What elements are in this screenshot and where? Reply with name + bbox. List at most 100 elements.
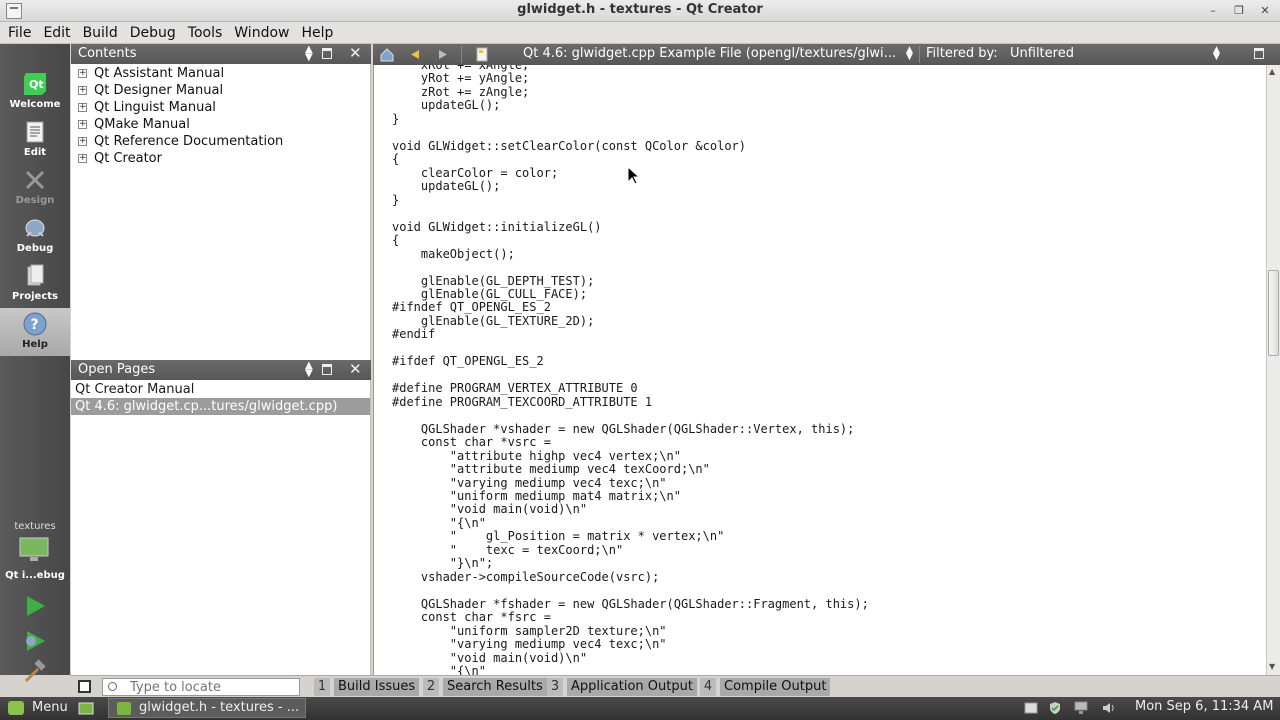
chevron-updown-icon[interactable]: ▲ ▼ bbox=[305, 45, 313, 63]
expand-plus-icon[interactable]: + bbox=[78, 86, 87, 95]
expand-plus-icon[interactable]: + bbox=[78, 154, 87, 163]
menu-tools[interactable]: Tools bbox=[182, 25, 229, 41]
tree-item[interactable]: + Qt Reference Documentation bbox=[71, 133, 370, 150]
mode-edit[interactable]: Edit bbox=[0, 116, 70, 164]
system-taskbar: Menu glwidget.h - textures - ... Mon Sep… bbox=[0, 697, 1280, 720]
split-pane-icon[interactable] bbox=[1254, 48, 1264, 59]
debug-run-icon[interactable] bbox=[22, 628, 48, 654]
scroll-down-icon[interactable]: ▼ bbox=[1269, 662, 1275, 671]
tree-item-label: Qt Reference Documentation bbox=[94, 134, 284, 149]
menu-edit[interactable]: Edit bbox=[37, 25, 76, 41]
window-list-icon[interactable] bbox=[1024, 701, 1038, 715]
output-tab-application-output[interactable]: 3 Application Output bbox=[547, 678, 697, 696]
help-icon: ? bbox=[23, 312, 47, 336]
toggle-sidebar-icon[interactable] bbox=[78, 680, 91, 693]
mode-projects[interactable]: Projects bbox=[0, 260, 70, 308]
chevron-updown-icon[interactable]: ▲ ▼ bbox=[305, 361, 313, 379]
locator-input[interactable] bbox=[130, 679, 295, 695]
scroll-up-icon[interactable]: ▲ bbox=[1269, 67, 1275, 76]
expand-plus-icon[interactable]: + bbox=[78, 69, 87, 78]
expand-plus-icon[interactable]: + bbox=[78, 137, 87, 146]
design-tools-icon bbox=[25, 170, 45, 190]
contents-pane-header: Contents ▲ ▼ ✕ bbox=[71, 44, 371, 64]
split-pane-icon[interactable] bbox=[322, 364, 332, 375]
output-tab-compile-output[interactable]: 4 Compile Output bbox=[700, 678, 831, 696]
tab-number: 2 bbox=[423, 678, 439, 696]
toolbar-separator bbox=[461, 46, 462, 63]
mint-logo-icon bbox=[8, 701, 24, 715]
run-icon[interactable] bbox=[22, 593, 48, 619]
close-icon[interactable]: ✕ bbox=[1254, 2, 1276, 19]
tree-item-label: QMake Manual bbox=[94, 117, 190, 132]
menu-build[interactable]: Build bbox=[77, 25, 124, 41]
contents-title[interactable]: Contents bbox=[78, 46, 136, 61]
output-pane-bar: 1Build Issues 2Search Results 3Applicati… bbox=[70, 675, 1280, 697]
open-page-item[interactable]: Qt Creator Manual bbox=[71, 381, 370, 398]
locator-field[interactable] bbox=[102, 678, 300, 696]
tab-label: Compile Output bbox=[720, 678, 831, 696]
mode-help[interactable]: ? Help bbox=[0, 308, 70, 356]
window-controls: – ❐ ✕ bbox=[1202, 2, 1276, 19]
bookmark-page-icon[interactable] bbox=[474, 47, 490, 62]
tab-number: 4 bbox=[700, 678, 716, 696]
forward-arrow-icon[interactable] bbox=[435, 47, 451, 62]
home-icon[interactable] bbox=[379, 47, 395, 62]
code-listing: xRot += xAngle; yRot += yAngle; zRot += … bbox=[392, 65, 869, 675]
mode-debug[interactable]: Debug bbox=[0, 212, 70, 260]
maximize-icon[interactable]: ❐ bbox=[1228, 2, 1250, 19]
network-icon[interactable] bbox=[1074, 701, 1088, 715]
build-hammer-icon[interactable] bbox=[22, 659, 48, 685]
taskbar-window-label: glwidget.h - textures - ... bbox=[139, 700, 300, 715]
projects-icon bbox=[27, 264, 44, 286]
qt-creator-screen: glwidget.h - textures - Qt Creator – ❐ ✕… bbox=[0, 0, 1280, 720]
tree-item[interactable]: + QMake Manual bbox=[71, 116, 370, 133]
mode-selector: Qt Welcome Edit Design Debug Projects ? … bbox=[0, 44, 70, 683]
tree-item-label: Qt Linguist Manual bbox=[94, 100, 216, 115]
filter-select[interactable]: Unfiltered bbox=[1010, 46, 1074, 61]
tree-item-label: Qt Creator bbox=[94, 151, 162, 166]
tab-label: Application Output bbox=[567, 678, 697, 696]
taskbar-window-button[interactable]: glwidget.h - textures - ... bbox=[108, 698, 306, 718]
mode-design-label: Design bbox=[15, 195, 55, 206]
help-document-view[interactable]: xRot += xAngle; yRot += yAngle; zRot += … bbox=[373, 65, 1266, 675]
chevron-updown-icon[interactable]: ▲ ▼ bbox=[906, 46, 913, 62]
minimize-icon[interactable]: – bbox=[1202, 2, 1224, 19]
tree-item-label: Qt Designer Manual bbox=[94, 83, 224, 98]
close-pane-icon[interactable]: ✕ bbox=[349, 44, 362, 62]
edit-document-icon bbox=[26, 121, 44, 143]
mode-design[interactable]: Design bbox=[0, 164, 70, 212]
tree-item[interactable]: + Qt Assistant Manual bbox=[71, 65, 370, 82]
tree-item[interactable]: + Qt Linguist Manual bbox=[71, 99, 370, 116]
show-desktop-icon[interactable] bbox=[78, 702, 94, 715]
clock[interactable]: Mon Sep 6, 11:34 AM bbox=[1135, 699, 1273, 714]
close-pane-icon[interactable]: ✕ bbox=[349, 360, 362, 378]
output-tab-search-results[interactable]: 2 Search Results bbox=[423, 678, 547, 696]
mode-welcome[interactable]: Qt Welcome bbox=[0, 68, 70, 116]
back-arrow-icon[interactable] bbox=[407, 47, 423, 62]
split-pane-icon[interactable] bbox=[322, 48, 332, 59]
menu-window[interactable]: Window bbox=[228, 25, 295, 41]
tree-item[interactable]: + Qt Creator bbox=[71, 150, 370, 167]
menu-file[interactable]: File bbox=[2, 25, 37, 41]
open-pages-title[interactable]: Open Pages bbox=[78, 362, 155, 377]
volume-icon[interactable] bbox=[1101, 701, 1115, 715]
toolbar-separator bbox=[919, 46, 920, 63]
mouse-cursor-icon bbox=[627, 166, 641, 185]
debug-bug-icon bbox=[25, 219, 45, 237]
update-shield-icon[interactable] bbox=[1048, 701, 1062, 715]
vertical-scrollbar[interactable]: ▲ ▼ bbox=[1266, 65, 1280, 675]
scrollbar-thumb[interactable] bbox=[1268, 270, 1279, 356]
tree-item[interactable]: + Qt Designer Manual bbox=[71, 82, 370, 99]
open-page-item-selected[interactable]: Qt 4.6: glwidget.cp...tures/glwidget.cpp… bbox=[71, 398, 370, 415]
target-project: textures bbox=[14, 521, 56, 532]
menu-help[interactable]: Help bbox=[295, 25, 339, 41]
expand-plus-icon[interactable]: + bbox=[78, 120, 87, 129]
chevron-updown-icon[interactable]: ▲ ▼ bbox=[1213, 46, 1220, 62]
monitor-icon[interactable] bbox=[19, 537, 51, 563]
tab-label: Build Issues bbox=[334, 678, 420, 696]
document-selector[interactable]: Qt 4.6: glwidget.cpp Example File (openg… bbox=[523, 46, 896, 61]
output-tab-build-issues[interactable]: 1 Build Issues bbox=[314, 678, 420, 696]
search-icon bbox=[108, 682, 117, 691]
expand-plus-icon[interactable]: + bbox=[78, 103, 87, 112]
menu-debug[interactable]: Debug bbox=[124, 25, 182, 41]
